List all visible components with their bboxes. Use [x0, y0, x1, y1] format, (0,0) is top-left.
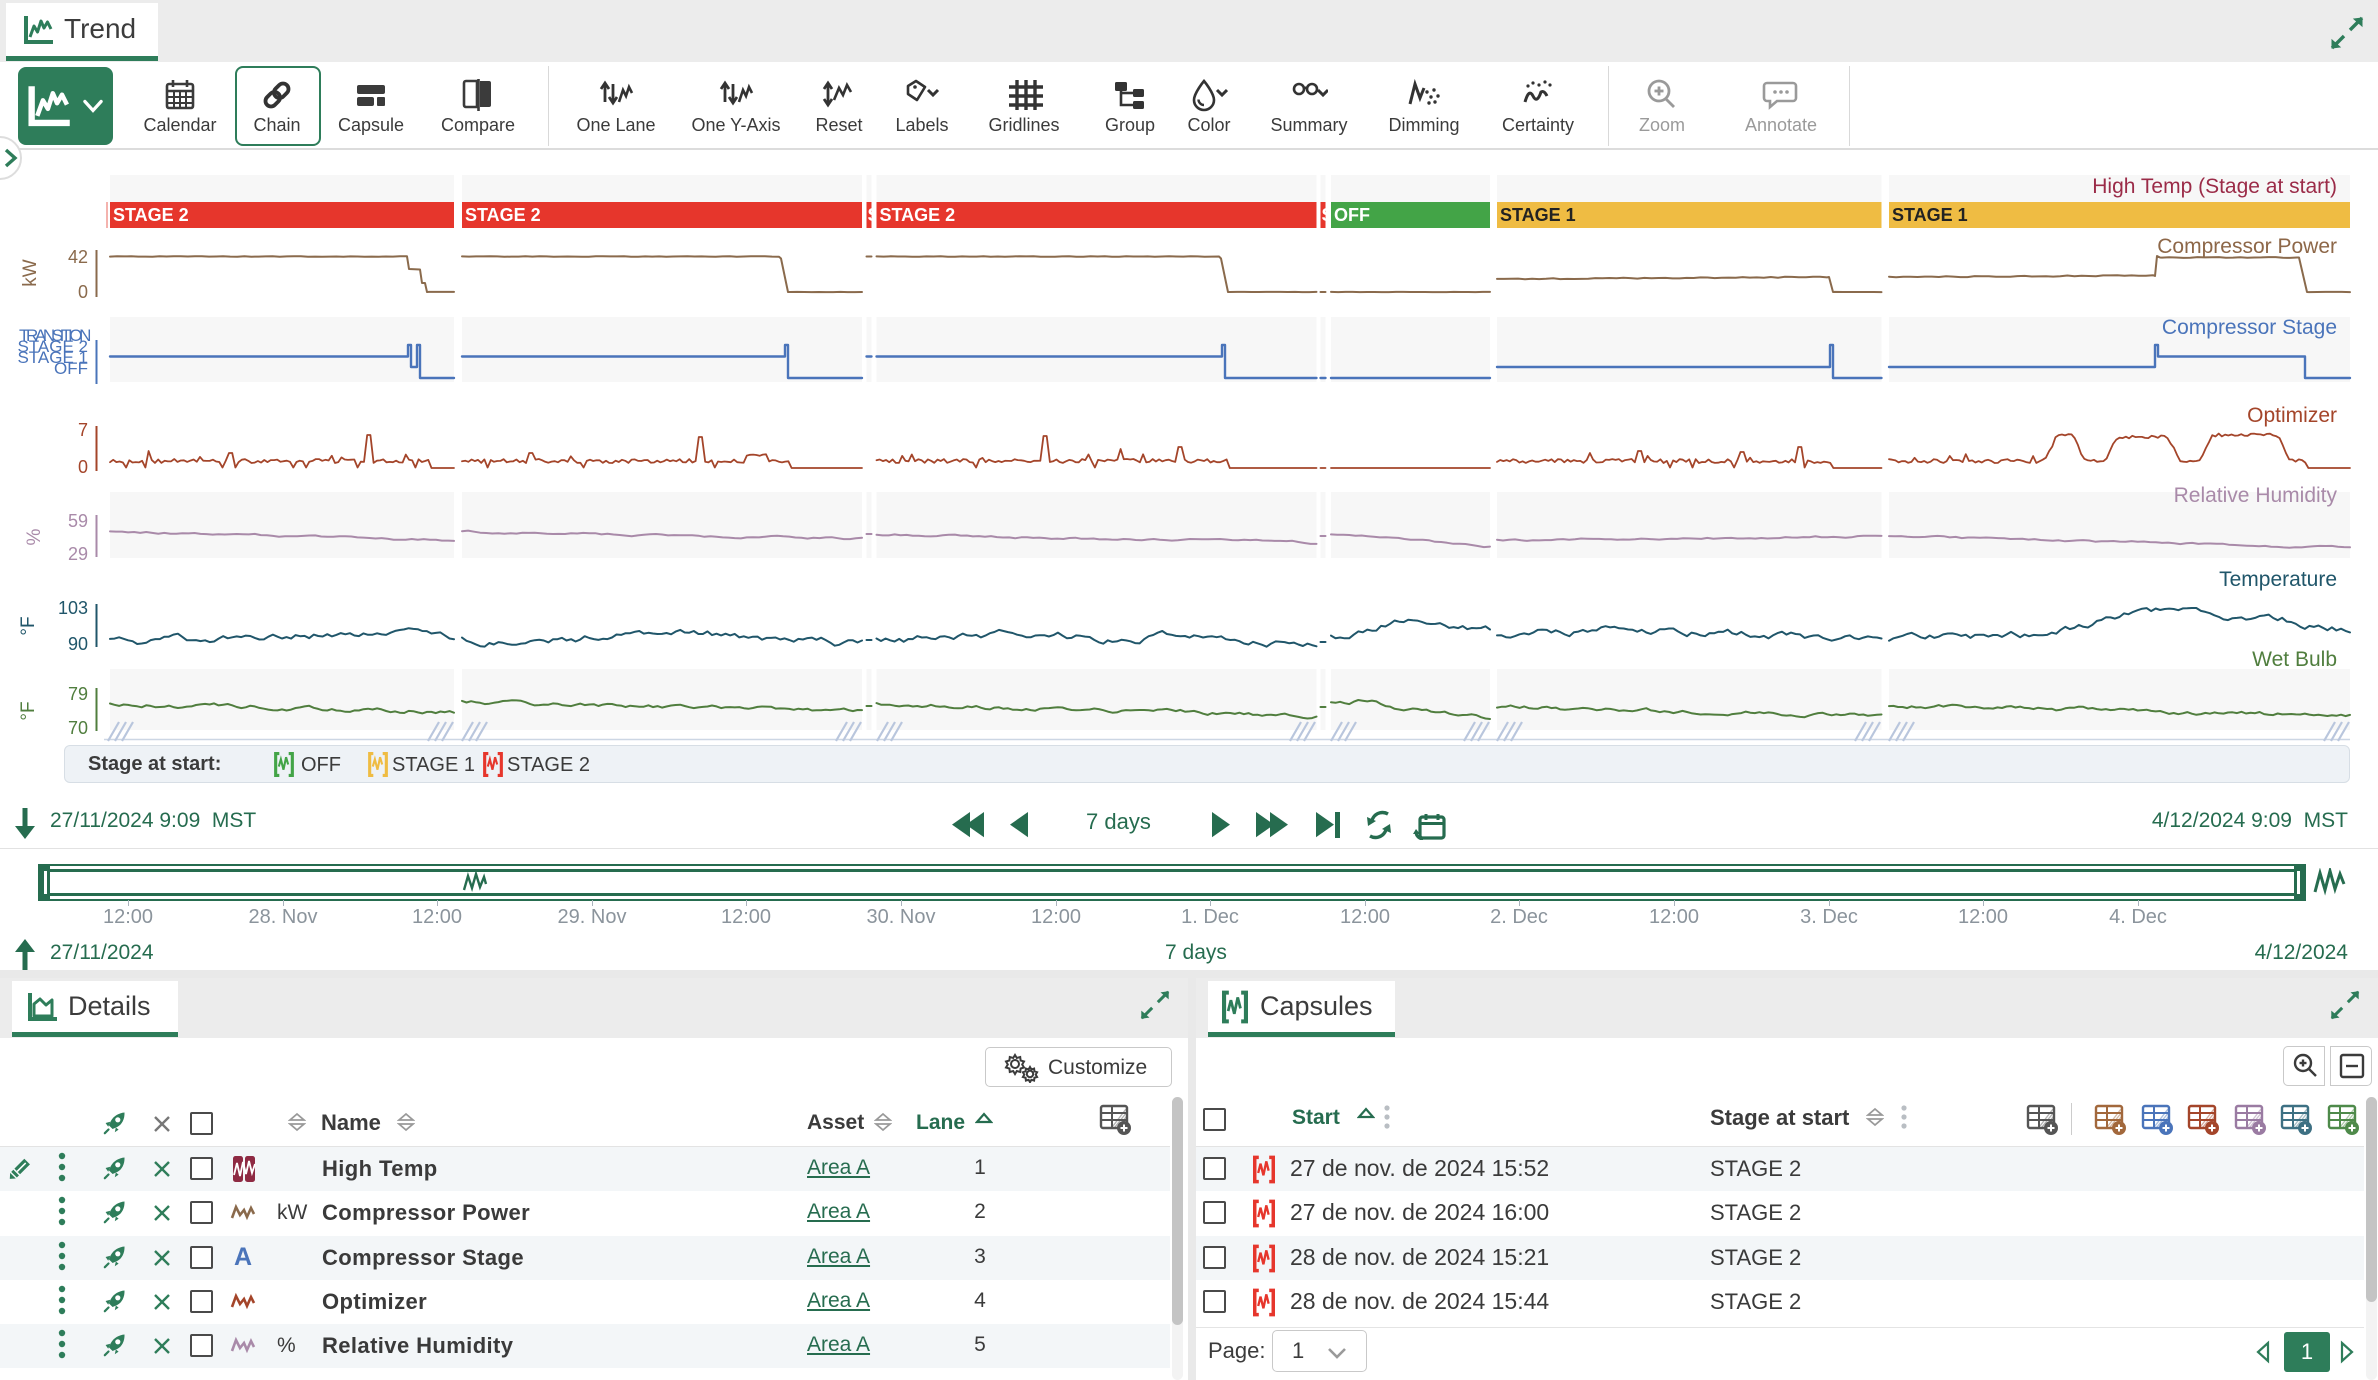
svg-text:Wet Bulb: Wet Bulb [2252, 648, 2337, 671]
svg-text:STAGE 2: STAGE 2 [880, 205, 956, 225]
svg-text:90: 90 [68, 634, 88, 654]
svg-text:STAGE 1: STAGE 1 [1892, 205, 1968, 225]
svg-text:Temperature: Temperature [2219, 568, 2337, 591]
svg-text:STAGE 2: STAGE 2 [113, 205, 189, 225]
svg-text:Compressor Power: Compressor Power [2157, 235, 2337, 258]
svg-text:0: 0 [78, 457, 88, 477]
svg-text:42: 42 [68, 247, 88, 267]
svg-text:Relative Humidity: Relative Humidity [2174, 484, 2338, 507]
svg-text:79: 79 [68, 684, 88, 704]
svg-text:59: 59 [68, 511, 88, 531]
svg-text:OFF: OFF [1334, 205, 1370, 225]
svg-text:STAGE 1: STAGE 1 [1500, 205, 1576, 225]
svg-text:°F: °F [18, 616, 39, 635]
svg-text:°F: °F [18, 701, 39, 720]
svg-text:High Temp (Stage at start): High Temp (Stage at start) [2092, 175, 2337, 198]
svg-text:0: 0 [78, 282, 88, 302]
svg-text:7: 7 [78, 420, 88, 440]
svg-text:STAGE 2: STAGE 2 [465, 205, 541, 225]
svg-text:%: % [24, 528, 45, 545]
svg-text:70: 70 [68, 718, 88, 738]
svg-text:Compressor Stage: Compressor Stage [2162, 316, 2337, 339]
svg-text:OFF: OFF [54, 359, 88, 378]
svg-text:Optimizer: Optimizer [2247, 404, 2337, 427]
svg-text:103: 103 [58, 598, 88, 618]
svg-text:kW: kW [20, 259, 41, 287]
svg-text:29: 29 [68, 544, 88, 564]
